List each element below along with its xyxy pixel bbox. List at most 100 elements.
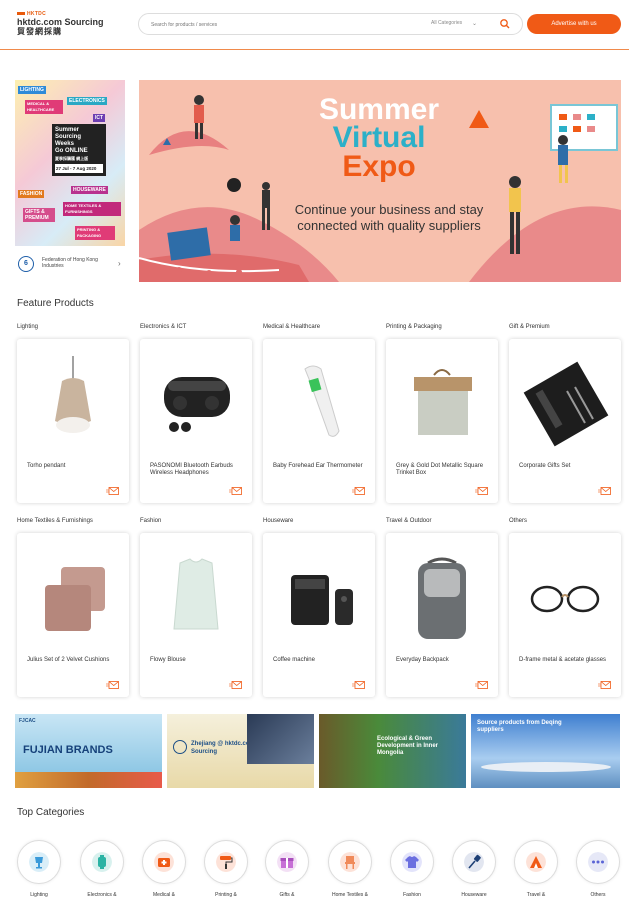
- product-card[interactable]: Everyday Backpack: [386, 533, 498, 697]
- product-card[interactable]: PASONOMI Bluetooth Earbuds Wireless Head…: [140, 339, 252, 503]
- hktdc-logo[interactable]: HKTDC hktdc.com Sourcing 貿發網採購: [17, 11, 107, 39]
- promo-inner-mongolia[interactable]: Ecological & Green Development in Inner …: [319, 714, 466, 788]
- promo-fujian-brands[interactable]: FJCAC FUJIAN BRANDS: [15, 714, 162, 788]
- earbuds-image: [164, 377, 230, 432]
- promo-tag-home-textiles: HOME TEXTILES & FURNISHINGS: [63, 202, 121, 216]
- top-category-lighting[interactable]: Lighting: [17, 840, 63, 898]
- category-circle: [390, 840, 434, 884]
- chevron-down-icon[interactable]: ⌄: [472, 20, 477, 27]
- promo-tag-houseware: HOUSEWARE: [71, 186, 108, 194]
- promo-deqing[interactable]: Source products from Deqing suppliers: [471, 714, 620, 788]
- federation-logo: 6: [18, 256, 34, 272]
- top-category-label: Electronics &: [87, 892, 117, 898]
- promo-zhejiang-photo: [247, 714, 314, 764]
- top-category-label: Houseware: [461, 892, 487, 898]
- product-card[interactable]: Julius Set of 2 Velvet Cushions: [17, 533, 129, 697]
- inquiry-icon[interactable]: [106, 487, 119, 495]
- promo-mongolia-text: Ecological & Green Development in Inner …: [377, 736, 439, 756]
- promo-deqing-stadium: [481, 762, 611, 772]
- smartwatch-icon: [92, 852, 112, 872]
- inquiry-icon[interactable]: [475, 487, 488, 495]
- category-circle: [142, 840, 186, 884]
- category-label: Medical & Healthcare: [263, 324, 321, 330]
- pendant-lamp-image: [55, 356, 91, 433]
- summer-virtual-expo-banner[interactable]: Summer Virtual Expo Continue your busine…: [139, 80, 621, 282]
- tent-icon: [526, 852, 546, 872]
- promo-line-2: Sourcing: [55, 134, 82, 140]
- top-category-medical[interactable]: Medical &: [142, 840, 188, 898]
- banner-title-line-1: Summer: [318, 93, 440, 126]
- top-category-fashion[interactable]: Fashion: [390, 840, 436, 898]
- top-category-others[interactable]: Others: [576, 840, 622, 898]
- top-category-label: Others: [590, 892, 606, 898]
- federation-link[interactable]: 6 Federation of Hong Kong Industries ›: [18, 254, 128, 276]
- banner-title-line-2: Virtual: [332, 121, 426, 154]
- product-card[interactable]: D-frame metal & acetate glasses: [509, 533, 621, 697]
- promo-center-block: Summer Sourcing Weeks Go ONLINE 夏季採購匯 網上…: [52, 124, 106, 176]
- category-circle: [17, 840, 61, 884]
- category-circle: [328, 840, 372, 884]
- category-circle: [265, 840, 309, 884]
- inquiry-icon[interactable]: [352, 487, 365, 495]
- promo-deqing-text: Source products from Deqing suppliers: [477, 720, 562, 733]
- inquiry-icon[interactable]: [229, 487, 242, 495]
- banner-subtitle: Continue your business and stay connecte…: [294, 202, 484, 233]
- product-card[interactable]: Grey & Gold Dot Metallic Square Trinket …: [386, 339, 498, 503]
- search-bar: All Categories ⌄: [138, 13, 523, 35]
- promo-zhejiang[interactable]: Zhejiang @ hktdc.com Sourcing: [167, 714, 314, 788]
- product-card[interactable]: Torho pendant: [17, 339, 129, 503]
- top-category-electronics[interactable]: Electronics &: [80, 840, 126, 898]
- logo-chinese-text: 貿發網採購: [17, 27, 62, 36]
- inquiry-icon[interactable]: [598, 487, 611, 495]
- top-category-houseware[interactable]: Houseware: [452, 840, 498, 898]
- product-name: Grey & Gold Dot Metallic Square Trinket …: [396, 463, 484, 476]
- cushions-image: [45, 567, 105, 631]
- inquiry-icon[interactable]: [229, 681, 242, 689]
- category-label: Travel & Outdoor: [386, 518, 432, 524]
- category-circle: [576, 840, 620, 884]
- promo-line-3: Weeks: [55, 141, 74, 147]
- search-input[interactable]: [151, 18, 411, 31]
- chair-icon: [340, 852, 360, 872]
- advertise-button[interactable]: Advertise with us: [527, 14, 621, 34]
- chevron-right-icon: ›: [118, 259, 121, 268]
- inquiry-icon[interactable]: [106, 681, 119, 689]
- product-name: Corporate Gifts Set: [519, 463, 571, 469]
- inquiry-icon[interactable]: [475, 681, 488, 689]
- promo-tag-medical: MEDICAL & HEALTHCARE: [25, 100, 63, 114]
- inquiry-icon[interactable]: [598, 681, 611, 689]
- search-icon[interactable]: [499, 18, 511, 30]
- product-name: Torho pendant: [27, 463, 66, 469]
- category-label: Others: [509, 518, 528, 524]
- gift-set-image: [523, 361, 609, 447]
- top-category-travel[interactable]: Travel &: [514, 840, 560, 898]
- gift-icon: [277, 852, 297, 872]
- thermometer-image: [304, 365, 340, 437]
- summer-sourcing-promo[interactable]: LIGHTING ELECTRONICS MEDICAL & HEALTHCAR…: [15, 80, 125, 246]
- top-category-printing[interactable]: Printing &: [204, 840, 250, 898]
- product-card[interactable]: Flowy Blouse: [140, 533, 252, 697]
- promo-tag-ict: ICT: [93, 114, 106, 122]
- product-card[interactable]: Baby Forehead Ear Thermometer: [263, 339, 375, 503]
- product-name: PASONOMI Bluetooth Earbuds Wireless Head…: [150, 463, 233, 476]
- product-name: Flowy Blouse: [150, 657, 186, 663]
- category-label: Houseware: [263, 518, 294, 524]
- top-categories-title: Top Categories: [17, 807, 85, 818]
- category-circle: [514, 840, 558, 884]
- category-circle: [80, 840, 124, 884]
- top-category-gifts[interactable]: Gifts &: [265, 840, 311, 898]
- product-card[interactable]: Coffee machine: [263, 533, 375, 697]
- product-card[interactable]: Corporate Gifts Set: [509, 339, 621, 503]
- inquiry-icon[interactable]: [352, 681, 365, 689]
- category-select[interactable]: All Categories: [431, 20, 462, 26]
- promo-cn: 夏季採購匯 網上版: [55, 156, 89, 161]
- first-aid-icon: [154, 852, 174, 872]
- paint-roller-icon: [216, 852, 236, 872]
- zhejiang-emblem: [173, 740, 187, 754]
- coffee-machine-image: [291, 575, 353, 625]
- top-category-label: Gifts &: [279, 892, 295, 898]
- promo-tag-fashion: FASHION: [18, 190, 45, 198]
- top-category-label: Home Textiles &: [331, 892, 369, 898]
- top-category-home-textiles[interactable]: Home Textiles &: [328, 840, 374, 898]
- top-category-label: Lighting: [30, 892, 48, 898]
